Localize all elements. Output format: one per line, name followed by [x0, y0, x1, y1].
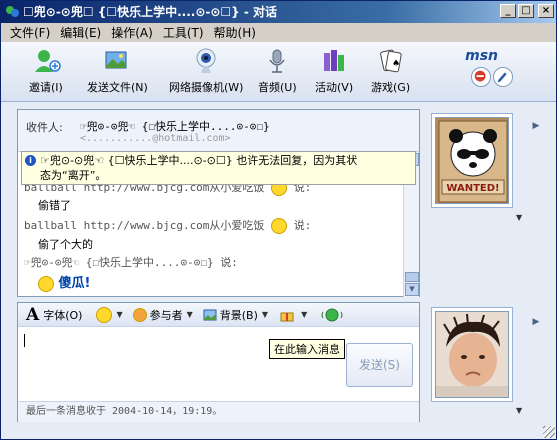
my-picture-frame [435, 311, 509, 398]
chevron-down-icon: ▼ [116, 310, 123, 319]
scroll-thumb[interactable] [405, 272, 419, 282]
message-header: ☞兜⊙-⊙兜☜ {☐快乐上学中....⊙-⊙☐} 说: [24, 256, 238, 269]
activities-button[interactable]: 活动(V) [315, 46, 353, 95]
menu-bar: 文件(F) 编辑(E) 操作(A) 工具(T) 帮助(H) [1, 23, 556, 42]
activities-label: 活动(V) [315, 81, 354, 94]
message-body: 偷了个大的 [38, 238, 93, 251]
nudge-icon [321, 308, 343, 321]
message-body: 傻瓜! [38, 272, 90, 292]
chevron-down-icon: ▼ [186, 310, 193, 319]
info-icon: i [25, 155, 36, 166]
games-label: 游戏(G) [371, 81, 411, 94]
status-bar: 最后一条消息收于 2004-10-14，19:19。 [18, 401, 419, 422]
emoticon-icon [96, 306, 113, 323]
menu-edit[interactable]: 编辑(E) [55, 24, 106, 41]
info-line-2: 态为“离开”。 [40, 169, 107, 182]
my-picture-menu-icon[interactable]: ▼ [516, 406, 526, 415]
customize-button[interactable] [493, 67, 513, 87]
background-label: 背景(B) [219, 308, 258, 322]
font-button[interactable]: A 字体(O) [26, 305, 82, 325]
contact-display-picture[interactable]: WANTED! [431, 113, 513, 208]
collapse-arrow-icon[interactable]: ▶ [530, 121, 542, 137]
wink-icon [132, 307, 147, 322]
baby-photo-picture [436, 312, 508, 397]
input-tooltip: 在此输入消息 [269, 339, 345, 359]
send-button[interactable]: 发送(S) [346, 343, 413, 387]
send-file-label: 发送文件(N) [87, 81, 148, 94]
grin-emoticon-icon [38, 275, 54, 292]
participants-label: 参与者 [149, 308, 183, 322]
background-button[interactable]: 背景(B) ▼ [203, 307, 268, 323]
message-header: ballball http://www.bjcg.com从小爱吃饭 说: [24, 218, 312, 234]
emoticon-button[interactable]: ▼ [96, 306, 123, 323]
msn-app-icon [6, 6, 19, 17]
recipient-name: ☞兜⊙-⊙兜☜ {☐快乐上学中....⊙-⊙☐} [80, 120, 270, 133]
smile-emoticon-icon [271, 218, 288, 234]
window-controls: _ □ × [500, 4, 554, 18]
wink-button[interactable]: ▼ [280, 308, 307, 322]
participants-button[interactable]: 参与者 ▼ [132, 307, 193, 323]
wanted-caption: WANTED! [446, 183, 499, 194]
invite-icon [34, 50, 61, 72]
msn-logo: msn [465, 48, 498, 64]
message-body: 偷错了 [38, 199, 71, 212]
close-button[interactable]: × [538, 4, 554, 18]
block-icon [474, 70, 486, 82]
conversation-pane: 收件人: ☞兜⊙-⊙兜☜ {☐快乐上学中....⊙-⊙☐} <.........… [17, 109, 420, 297]
audio-button[interactable]: 音频(U) [258, 46, 297, 95]
games-icon: ♠ [379, 49, 402, 73]
font-label: 字体(O) [43, 308, 83, 322]
recipient-label: 收件人: [26, 121, 63, 134]
invite-label: 邀请(I) [29, 81, 63, 94]
wanted-panda-picture: WANTED! [436, 118, 508, 203]
menu-help[interactable]: 帮助(H) [209, 24, 261, 41]
format-toolbar: A 字体(O) ▼ 参与者 ▼ 背景(B) ▼ ▼ [18, 303, 419, 327]
font-icon: A [26, 304, 40, 325]
scroll-down-icon[interactable]: ▼ [405, 283, 419, 296]
games-button[interactable]: ♠ 游戏(G) [371, 46, 410, 95]
invite-button[interactable]: 邀请(I) [29, 46, 63, 95]
send-file-button[interactable]: 发送文件(N) [87, 46, 148, 95]
menu-file[interactable]: 文件(F) [5, 24, 55, 41]
menu-tools[interactable]: 工具(T) [158, 24, 209, 41]
status-info-bar: i ☞兜⊙-⊙兜☜ {☐快乐上学中....⊙-⊙☐} 也许无法回复，因为其状 态… [21, 151, 416, 185]
recipient-email: <...........@hotmail.com> [80, 133, 231, 144]
chevron-down-icon: ▼ [301, 310, 308, 319]
title-bar[interactable]: ☐兜⊙-⊙兜☐ {☐快乐上学中....⊙-⊙☐} - 对话 _ □ × [1, 1, 556, 23]
my-display-picture[interactable] [431, 307, 513, 402]
nudge-button[interactable] [321, 308, 343, 322]
activities-icon [324, 50, 345, 71]
contact-picture-frame: WANTED! [435, 117, 509, 204]
collapse-arrow-icon[interactable]: ▶ [530, 317, 542, 333]
audio-icon [269, 49, 285, 73]
audio-label: 音频(U) [258, 81, 297, 94]
resize-grip[interactable] [543, 426, 555, 438]
background-icon [203, 309, 217, 320]
block-button[interactable] [471, 67, 491, 87]
conversation-window: ☐兜⊙-⊙兜☐ {☐快乐上学中....⊙-⊙☐} - 对话 _ □ × 文件(F… [0, 0, 557, 440]
window-title: ☐兜⊙-⊙兜☐ {☐快乐上学中....⊙-⊙☐} - 对话 [23, 5, 278, 19]
maximize-button[interactable]: □ [518, 4, 534, 18]
webcam-icon [196, 48, 216, 73]
svg-text:♠: ♠ [392, 59, 400, 69]
send-file-icon [105, 51, 127, 69]
webcam-label: 网络摄像机(W) [169, 81, 244, 94]
action-toolbar: 邀请(I) 发送文件(N) 网络摄像机(W) 音频(U) 活动(V) ♠ 游戏(… [1, 42, 556, 102]
minimize-button[interactable]: _ [500, 4, 516, 18]
menu-actions[interactable]: 操作(A) [106, 24, 158, 41]
wink-gift-icon [280, 312, 294, 321]
webcam-button[interactable]: 网络摄像机(W) [169, 46, 243, 95]
chevron-down-icon: ▼ [261, 310, 269, 319]
recipient-header: 收件人: ☞兜⊙-⊙兜☜ {☐快乐上学中....⊙-⊙☐} <.........… [18, 110, 419, 152]
contact-picture-menu-icon[interactable]: ▼ [516, 213, 526, 222]
text-cursor [24, 334, 25, 347]
compose-pane: A 字体(O) ▼ 参与者 ▼ 背景(B) ▼ ▼ 发送(S) 最后一条消息收于… [17, 302, 420, 422]
pencil-icon [497, 72, 507, 83]
info-line-1: ☞兜⊙-⊙兜☜ {☐快乐上学中....⊙-⊙☐} 也许无法回复，因为其状 [40, 154, 358, 167]
